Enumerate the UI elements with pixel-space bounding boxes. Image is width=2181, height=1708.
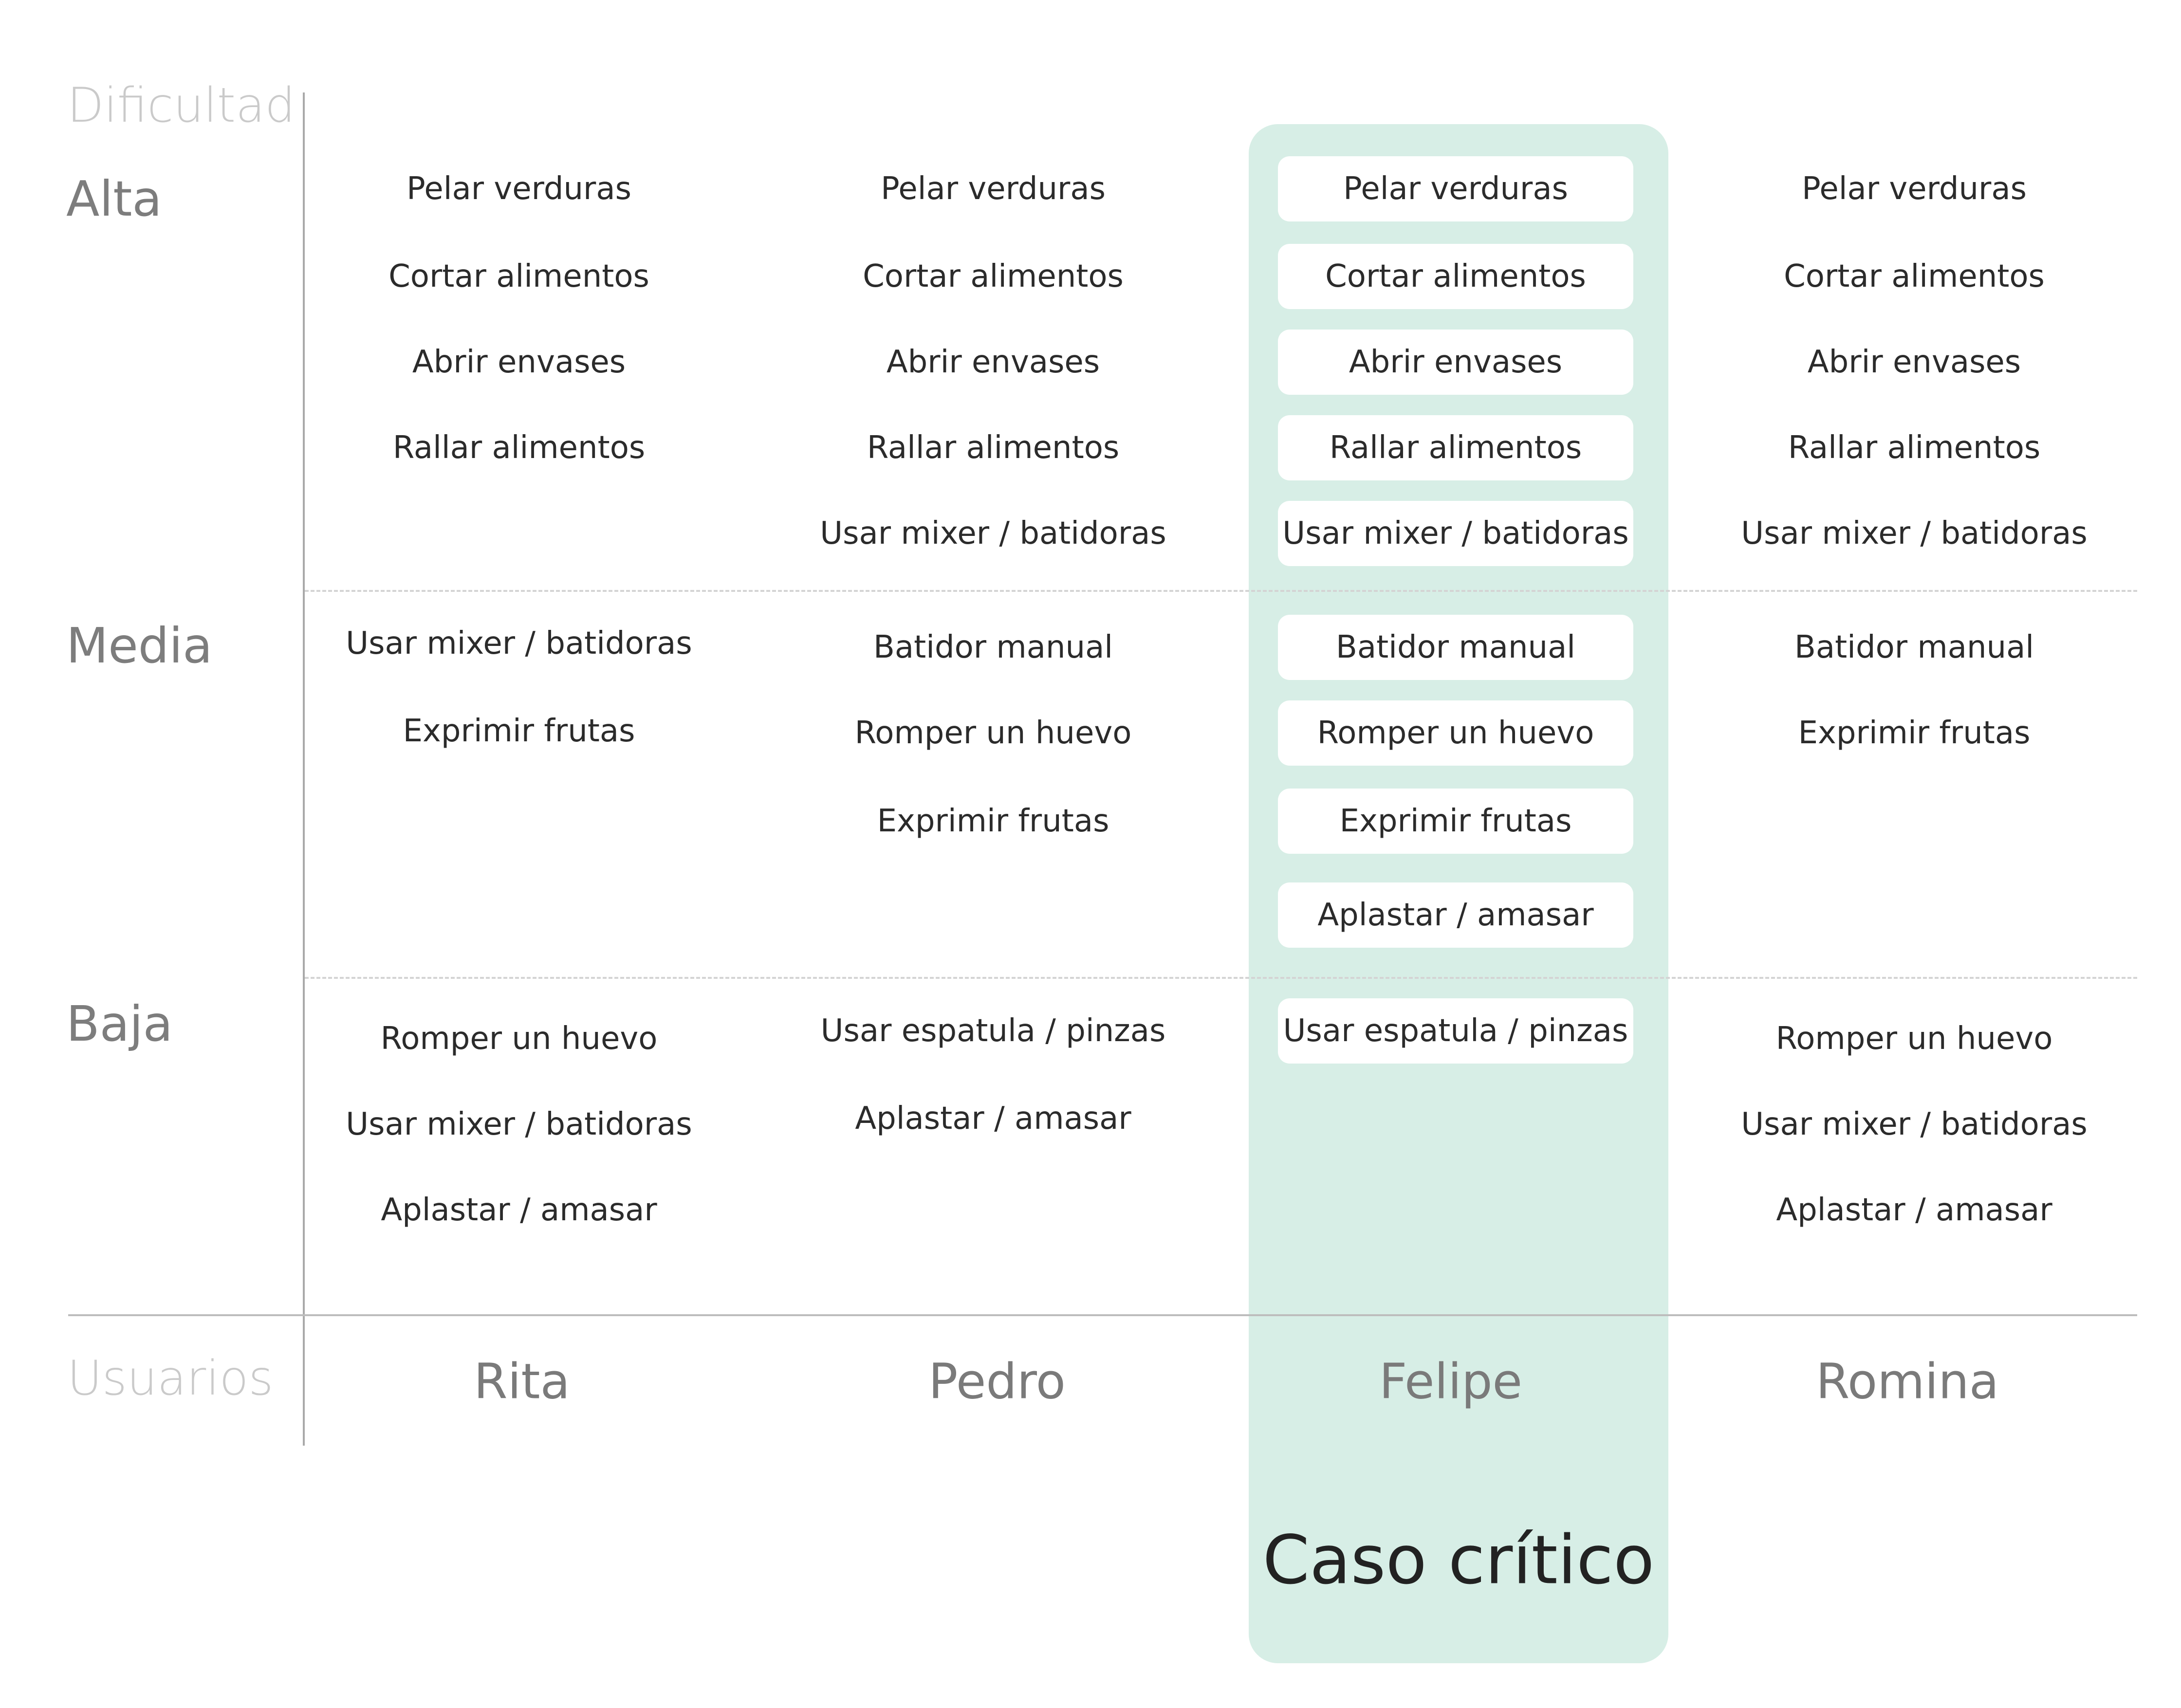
task-pedro-alta-4: Usar mixer / batidoras [820,515,1166,551]
y-axis-title: Dificultad [67,78,296,133]
task-felipe-alta-1: Cortar alimentos [1278,244,1633,309]
user-label-rita: Rita [474,1353,570,1410]
task-pedro-media-2: Exprimir frutas [877,803,1109,839]
task-rita-media-1: Exprimir frutas [403,713,635,749]
task-romina-alta-2: Abrir envases [1807,344,2021,380]
y-axis-line [303,92,305,1446]
task-rita-alta-1: Cortar alimentos [388,258,649,294]
task-felipe-alta-2: Abrir envases [1278,330,1633,395]
task-romina-alta-1: Cortar alimentos [1784,258,2045,294]
task-romina-media-1: Exprimir frutas [1798,715,2031,751]
task-pedro-alta-0: Pelar verduras [881,171,1106,207]
task-romina-baja-1: Usar mixer / batidoras [1741,1106,2088,1142]
level-label-baja: Baja [66,995,173,1052]
difficulty-matrix: Dificultad Usuarios Alta Media Baja Pela… [0,0,2181,1708]
user-label-felipe: Felipe [1379,1353,1523,1410]
task-pedro-alta-2: Abrir envases [886,344,1100,380]
task-romina-alta-3: Rallar alimentos [1788,430,2041,466]
task-rita-baja-2: Aplastar / amasar [381,1192,657,1228]
task-pedro-baja-1: Aplastar / amasar [855,1101,1131,1137]
level-label-alta: Alta [66,170,162,227]
task-rita-media-0: Usar mixer / batidoras [346,625,692,661]
task-felipe-media-1: Romper un huevo [1278,700,1633,766]
divider-alta-media [305,590,2137,592]
task-felipe-alta-4: Usar mixer / batidoras [1278,501,1633,566]
task-pedro-media-1: Romper un huevo [854,715,1132,751]
task-romina-baja-0: Romper un huevo [1775,1021,2053,1057]
task-rita-alta-3: Rallar alimentos [392,430,646,466]
divider-media-baja [305,977,2137,979]
x-axis-title: Usuarios [67,1351,274,1406]
level-label-media: Media [66,617,213,674]
task-felipe-alta-3: Rallar alimentos [1278,415,1633,480]
task-rita-alta-2: Abrir envases [412,344,626,380]
task-felipe-baja-0: Usar espatula / pinzas [1278,998,1633,1064]
task-rita-baja-0: Romper un huevo [380,1021,658,1057]
x-axis-line [68,1314,2137,1316]
task-felipe-media-2: Exprimir frutas [1278,789,1633,854]
task-felipe-media-3: Aplastar / amasar [1278,882,1633,948]
task-romina-media-0: Batidor manual [1794,629,2034,665]
task-pedro-media-0: Batidor manual [873,629,1113,665]
task-romina-alta-0: Pelar verduras [1802,171,2027,207]
task-romina-baja-2: Aplastar / amasar [1776,1192,2052,1228]
task-pedro-alta-1: Cortar alimentos [863,258,1124,294]
task-felipe-alta-0: Pelar verduras [1278,156,1633,221]
user-label-romina: Romina [1815,1353,1999,1410]
task-felipe-media-0: Batidor manual [1278,615,1633,680]
task-pedro-baja-0: Usar espatula / pinzas [820,1013,1166,1049]
task-rita-alta-0: Pelar verduras [407,171,631,207]
task-romina-alta-4: Usar mixer / batidoras [1741,515,2088,551]
critical-case-label: Caso crítico [1262,1521,1655,1599]
user-label-pedro: Pedro [928,1353,1066,1410]
task-rita-baja-1: Usar mixer / batidoras [346,1106,692,1142]
task-pedro-alta-3: Rallar alimentos [867,430,1120,466]
